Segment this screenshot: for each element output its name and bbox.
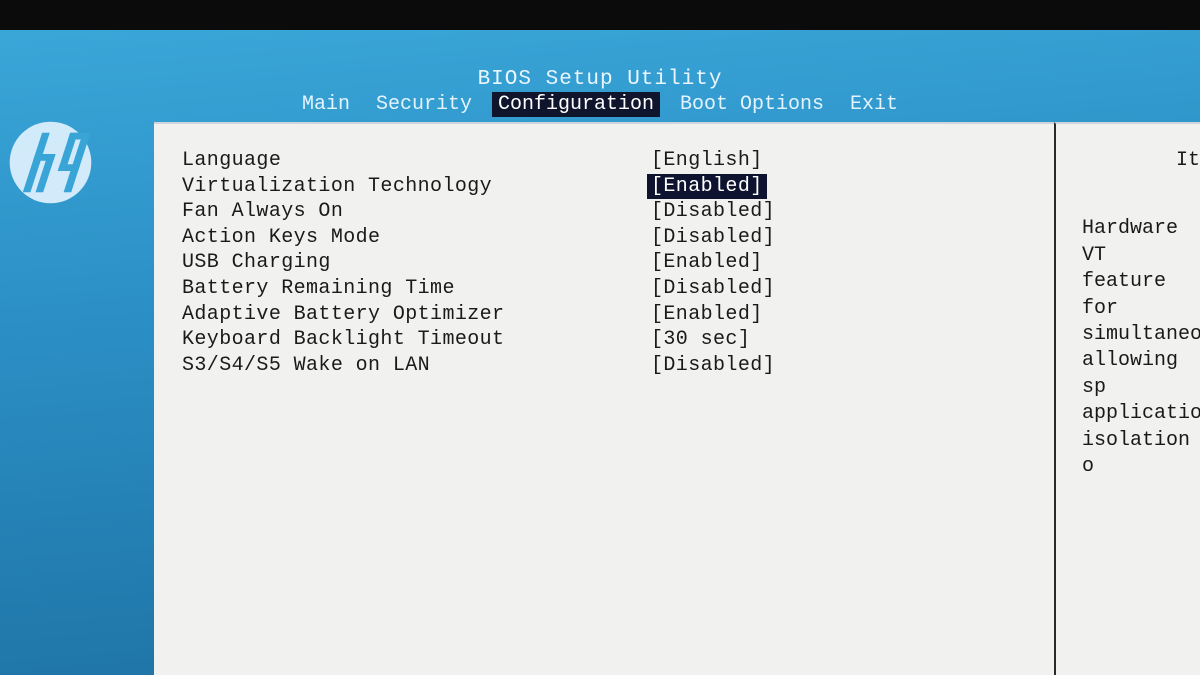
setting-virtualization-technology[interactable]: Virtualization Technology [Enabled]: [182, 174, 1026, 200]
panel-divider: [1054, 122, 1066, 675]
setting-adaptive-battery-optimizer[interactable]: Adaptive Battery Optimizer [Enabled]: [182, 302, 1026, 328]
help-text: Hardware VT: [1082, 216, 1200, 269]
setting-label: Fan Always On: [182, 199, 647, 225]
setting-action-keys-mode[interactable]: Action Keys Mode [Disabled]: [182, 225, 1026, 251]
tab-security[interactable]: Security: [370, 92, 478, 117]
setting-label: Keyboard Backlight Timeout: [182, 327, 647, 353]
setting-value[interactable]: [Disabled]: [647, 353, 779, 379]
bios-screen: BIOS Setup Utility Main Security Configu…: [0, 30, 1200, 675]
setting-keyboard-backlight-timeout[interactable]: Keyboard Backlight Timeout [30 sec]: [182, 327, 1026, 353]
help-text: simultaneou: [1082, 322, 1200, 348]
setting-value[interactable]: [Enabled]: [647, 302, 767, 328]
setting-value[interactable]: [Enabled]: [647, 250, 767, 276]
tab-main[interactable]: Main: [296, 92, 356, 117]
hp-logo: [8, 120, 93, 205]
help-panel: It Hardware VT feature for simultaneou a…: [1066, 122, 1200, 675]
help-text: isolation o: [1082, 428, 1200, 481]
tab-exit[interactable]: Exit: [844, 92, 904, 117]
setting-label: Action Keys Mode: [182, 225, 647, 251]
setting-value[interactable]: [30 sec]: [647, 327, 754, 353]
bios-tabs: Main Security Configuration Boot Options…: [0, 92, 1200, 117]
help-title: It: [1082, 148, 1200, 174]
setting-battery-remaining-time[interactable]: Battery Remaining Time [Disabled]: [182, 276, 1026, 302]
bios-title: BIOS Setup Utility: [0, 68, 1200, 91]
setting-fan-always-on[interactable]: Fan Always On [Disabled]: [182, 199, 1026, 225]
setting-value[interactable]: [Enabled]: [647, 174, 767, 200]
setting-label: Adaptive Battery Optimizer: [182, 302, 647, 328]
setting-wake-on-lan[interactable]: S3/S4/S5 Wake on LAN [Disabled]: [182, 353, 1026, 379]
setting-label: S3/S4/S5 Wake on LAN: [182, 353, 647, 379]
tab-boot-options[interactable]: Boot Options: [674, 92, 830, 117]
setting-value[interactable]: [Disabled]: [647, 225, 779, 251]
help-text: application: [1082, 401, 1200, 427]
settings-panel: Language [English] Virtualization Techno…: [154, 122, 1054, 675]
setting-label: USB Charging: [182, 250, 647, 276]
setting-label: Language: [182, 148, 647, 174]
setting-label: Battery Remaining Time: [182, 276, 647, 302]
help-text: feature for: [1082, 269, 1200, 322]
setting-label: Virtualization Technology: [182, 174, 647, 200]
help-text: allowing sp: [1082, 348, 1200, 401]
setting-value[interactable]: [Disabled]: [647, 199, 779, 225]
setting-value[interactable]: [Disabled]: [647, 276, 779, 302]
setting-language[interactable]: Language [English]: [182, 148, 1026, 174]
setting-usb-charging[interactable]: USB Charging [Enabled]: [182, 250, 1026, 276]
tab-configuration[interactable]: Configuration: [492, 92, 660, 117]
setting-value[interactable]: [English]: [647, 148, 767, 174]
